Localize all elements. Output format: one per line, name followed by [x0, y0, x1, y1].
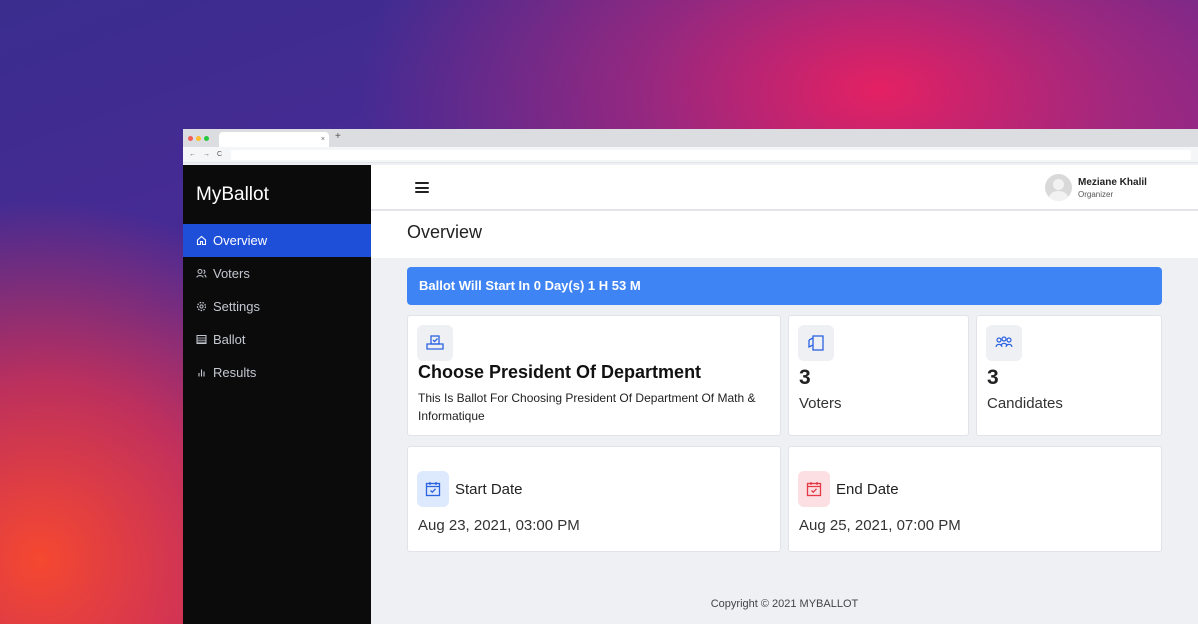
end-date-value: Aug 25, 2021, 07:00 PM: [799, 517, 961, 534]
sidebar-item-label: Voters: [213, 266, 250, 281]
browser-tab[interactable]: ×: [219, 132, 329, 147]
ballot-box-icon: [417, 325, 453, 361]
reload-icon[interactable]: C: [217, 151, 222, 158]
back-icon[interactable]: ←: [189, 151, 196, 158]
ballot-info-card: Choose President Of Department This Is B…: [407, 315, 781, 436]
sidebar-item-ballot[interactable]: Ballot: [183, 323, 371, 356]
voters-label: Voters: [799, 395, 842, 412]
sidebar-item-label: Results: [213, 365, 257, 380]
minimize-window-dot[interactable]: [196, 135, 201, 141]
sidebar-item-label: Settings: [213, 299, 260, 314]
candidates-stat-card: 3 Candidates: [976, 315, 1162, 436]
close-window-dot[interactable]: [188, 135, 193, 141]
sidebar-item-results[interactable]: Results: [183, 356, 371, 389]
start-date-label: Start Date: [455, 481, 523, 498]
sidebar-item-voters[interactable]: Voters: [183, 257, 371, 290]
menu-icon[interactable]: [415, 182, 429, 193]
sidebar-item-label: Overview: [213, 233, 268, 248]
footer-copyright: Copyright © 2021 MYBALLOT: [710, 598, 859, 610]
new-tab-icon[interactable]: +: [335, 131, 341, 142]
forward-icon[interactable]: →: [203, 151, 210, 158]
voters-count: 3: [799, 366, 811, 389]
page-title: Overview: [371, 211, 1198, 258]
end-date-card: End Date Aug 25, 2021, 07:00 PM: [788, 446, 1162, 552]
users-icon: [196, 268, 207, 279]
browser-window: × + ← → C MyBallot Overview Voters Setti…: [183, 129, 1198, 624]
browser-nav-bar: ← → C: [183, 147, 1198, 163]
user-role: Organizer: [1078, 189, 1114, 199]
sidebar: MyBallot Overview Voters Settings Ballot…: [183, 165, 371, 624]
address-bar[interactable]: [231, 149, 1192, 160]
brand-logo[interactable]: MyBallot: [183, 165, 371, 224]
browser-tab-bar: × +: [183, 129, 1198, 147]
end-date-label: End Date: [836, 481, 899, 498]
ballot-description: This Is Ballot For Choosing President Of…: [418, 391, 756, 423]
voters-stat-card: 3 Voters: [788, 315, 969, 436]
candidates-icon: [986, 325, 1022, 361]
gear-icon: [196, 301, 207, 312]
sidebar-item-settings[interactable]: Settings: [183, 290, 371, 323]
avatar[interactable]: [1045, 174, 1072, 201]
candidates-label: Candidates: [987, 395, 1063, 412]
tab-close-icon[interactable]: ×: [321, 136, 325, 143]
sidebar-item-overview[interactable]: Overview: [183, 224, 371, 257]
maximize-window-dot[interactable]: [204, 135, 209, 141]
candidates-count: 3: [987, 366, 999, 389]
calendar-icon: [798, 471, 830, 507]
voters-icon: [798, 325, 834, 361]
calendar-icon: [417, 471, 449, 507]
start-date-card: Start Date Aug 23, 2021, 03:00 PM: [407, 446, 781, 552]
bar-chart-icon: [196, 367, 207, 378]
home-icon: [196, 235, 207, 246]
app: MyBallot Overview Voters Settings Ballot…: [183, 165, 1198, 624]
top-bar: Meziane Khalil Organizer: [371, 165, 1198, 211]
user-name: Meziane Khalil: [1078, 176, 1147, 188]
main-content: Meziane Khalil Organizer Overview Ballot…: [371, 165, 1198, 624]
sidebar-item-label: Ballot: [213, 332, 246, 347]
start-date-value: Aug 23, 2021, 03:00 PM: [418, 517, 580, 534]
ballot-title: Choose President Of Department: [418, 362, 702, 382]
ballot-icon: [196, 334, 207, 345]
countdown-alert: Ballot Will Start In 0 Day(s) 1 H 53 M: [407, 267, 1162, 305]
user-menu[interactable]: Meziane Khalil Organizer: [1045, 174, 1147, 201]
